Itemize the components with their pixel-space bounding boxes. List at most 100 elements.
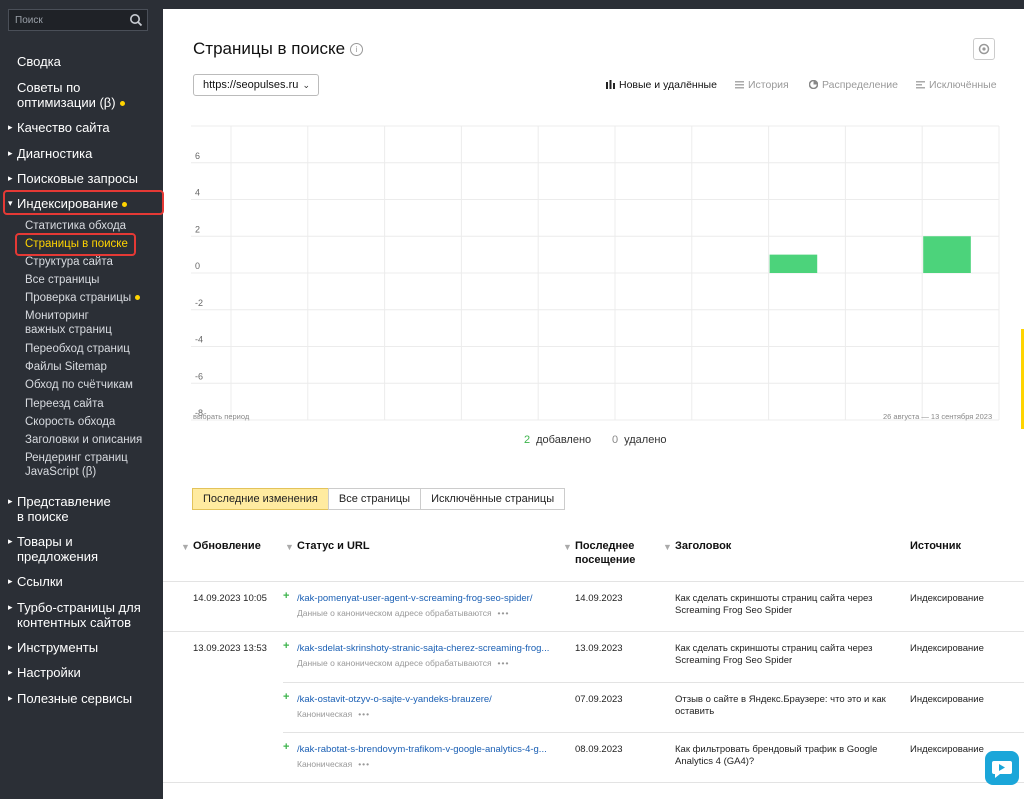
chart: 6 4 2 0 -2 -4 -6 -8 <box>191 124 1001 424</box>
nav-search-queries[interactable]: Поисковые запросы <box>8 171 138 186</box>
row-visit: 07.09.2023 <box>575 694 623 705</box>
tabs: Последние изменения Все страницы Исключё… <box>192 488 566 510</box>
nav-useful-services[interactable]: Полезные сервисы <box>8 691 132 706</box>
row-date: 14.09.2023 10:05 <box>193 593 267 604</box>
row-title: Как сделать скриншоты страниц сайта чере… <box>675 643 873 666</box>
y-tick-label: -6 <box>195 371 203 381</box>
search-input[interactable]: Поиск <box>8 9 148 31</box>
page-title: Страницы в поиске i <box>193 39 364 59</box>
excluded-icon <box>916 81 925 89</box>
divider <box>283 682 1024 683</box>
nav-sitemap[interactable]: Файлы Sitemap <box>25 360 107 374</box>
row-title: Как сделать скриншоты страниц сайта чере… <box>675 593 873 616</box>
added-icon: + <box>283 640 290 652</box>
th-status-url[interactable]: ▼ Статус и URL <box>285 539 370 553</box>
chart-period: 26 августа — 13 сентября 2023 <box>883 412 993 421</box>
y-tick-label: -2 <box>195 298 203 308</box>
nav-summary[interactable]: Сводка <box>17 54 61 69</box>
row-date: 13.09.2023 13:53 <box>193 643 267 654</box>
filter-icon[interactable]: ▼ <box>181 540 190 554</box>
tab-excluded-pages[interactable]: Исключённые страницы <box>420 488 566 510</box>
nav-products[interactable]: Товары ипредложения <box>8 534 98 564</box>
pie-chart-icon <box>809 80 818 89</box>
nav-page-check[interactable]: Проверка страницы <box>25 291 141 305</box>
chart-svg: 6420-2-4-6-8 <box>191 125 1000 421</box>
y-tick-label: -4 <box>195 335 203 345</box>
row-source: Индексирование <box>910 643 984 654</box>
new-dot <box>135 295 141 301</box>
view-excluded[interactable]: Исключённые <box>916 79 997 91</box>
chevron-down-icon: ⌄ <box>302 80 310 90</box>
nav-site-move[interactable]: Переезд сайта <box>25 397 104 411</box>
search-icon[interactable] <box>129 13 143 27</box>
nav-counter-crawl[interactable]: Обход по счётчикам <box>25 378 133 392</box>
settings-gear-button[interactable] <box>973 38 995 60</box>
row-status: Данные о каноническом адресе обрабатываю… <box>297 608 510 618</box>
row-status: Каноническая ••• <box>297 709 371 719</box>
view-distribution[interactable]: Распределение <box>809 79 898 91</box>
summary-added: 2 добавлено <box>524 434 592 446</box>
th-title[interactable]: ▼ Заголовок <box>663 539 731 553</box>
th-last-visit[interactable]: ▼ Последнее посещение <box>563 539 635 567</box>
row-url[interactable]: /kak-pomenyat-user-agent-v-screaming-fro… <box>297 593 532 604</box>
row-url[interactable]: /kak-sdelat-skrinshoty-stranic-sajta-che… <box>297 643 549 654</box>
nav-crawl-stats[interactable]: Статистика обхода <box>25 219 126 233</box>
nav-settings[interactable]: Настройки <box>8 665 81 680</box>
chart-bar <box>923 236 971 273</box>
more-icon[interactable]: ••• <box>358 709 370 719</box>
nav-crawl-speed[interactable]: Скорость обхода <box>25 415 115 429</box>
nav-indexing[interactable]: Индексирование <box>8 196 128 211</box>
nav-search-appearance[interactable]: Представлениев поиске <box>8 494 111 524</box>
divider <box>163 782 1024 783</box>
th-updated[interactable]: ▼ Обновление <box>181 539 261 553</box>
nav-turbo-pages[interactable]: Турбо-страницы дляконтентных сайтов <box>8 600 141 630</box>
info-icon[interactable]: i <box>350 43 364 57</box>
th-source: Источник <box>910 540 962 552</box>
nav-diagnostics[interactable]: Диагностика <box>8 146 92 161</box>
more-icon[interactable]: ••• <box>498 658 510 668</box>
sidebar: Поиск Сводка Советы по оптимизации (β) К… <box>0 0 164 799</box>
row-source: Индексирование <box>910 744 984 755</box>
row-title: Отзыв о сайте в Яндекс.Браузере: что это… <box>675 694 886 717</box>
gear-icon <box>978 43 990 55</box>
more-icon[interactable]: ••• <box>498 608 510 618</box>
filter-icon[interactable]: ▼ <box>563 540 572 554</box>
nav-all-pages[interactable]: Все страницы <box>25 273 99 287</box>
new-dot <box>122 202 128 208</box>
more-icon[interactable]: ••• <box>358 759 370 769</box>
row-status: Каноническая ••• <box>297 759 371 769</box>
row-url[interactable]: /kak-ostavit-otzyv-o-sajte-v-yandeks-bra… <box>297 694 492 705</box>
divider <box>163 631 1024 632</box>
y-tick-label: 4 <box>195 188 200 198</box>
nav-recrawl[interactable]: Переобход страниц <box>25 342 130 356</box>
divider <box>163 581 1024 582</box>
site-select[interactable]: https://seopulses.ru ⌄ <box>193 74 319 96</box>
nav-monitoring[interactable]: Мониторинг важных страниц <box>25 309 112 337</box>
row-source: Индексирование <box>910 593 984 604</box>
filter-icon[interactable]: ▼ <box>663 540 672 554</box>
nav-js-rendering[interactable]: Рендеринг страниц JavaScript (β) <box>25 451 128 479</box>
nav-pages-in-search[interactable]: Страницы в поиске <box>25 237 128 251</box>
added-icon: + <box>283 691 290 703</box>
search-placeholder: Поиск <box>15 15 43 26</box>
row-visit: 13.09.2023 <box>575 643 623 654</box>
nav-links[interactable]: Ссылки <box>8 574 63 589</box>
nav-site-quality[interactable]: Качество сайта <box>8 120 110 135</box>
row-url[interactable]: /kak-rabotat-s-brendovym-trafikom-v-goog… <box>297 744 547 755</box>
bar-chart-icon <box>606 80 615 89</box>
select-period-link[interactable]: выбрать период <box>193 412 249 421</box>
summary-removed: 0 удалено <box>612 434 667 446</box>
filter-icon[interactable]: ▼ <box>285 540 294 554</box>
y-tick-label: 2 <box>195 224 200 234</box>
view-history[interactable]: История <box>735 79 789 91</box>
tab-all-pages[interactable]: Все страницы <box>327 488 422 510</box>
nav-site-structure[interactable]: Структура сайта <box>25 255 113 269</box>
added-icon: + <box>283 741 290 753</box>
nav-tools[interactable]: Инструменты <box>8 640 98 655</box>
chat-button[interactable] <box>985 751 1019 785</box>
tab-recent-changes[interactable]: Последние изменения <box>192 488 329 510</box>
chat-icon <box>992 761 1012 778</box>
nav-titles-descriptions[interactable]: Заголовки и описания <box>25 433 142 447</box>
nav-optimization-tips[interactable]: Советы по оптимизации (β) <box>17 80 125 110</box>
view-new-removed[interactable]: Новые и удалённые <box>606 79 717 91</box>
